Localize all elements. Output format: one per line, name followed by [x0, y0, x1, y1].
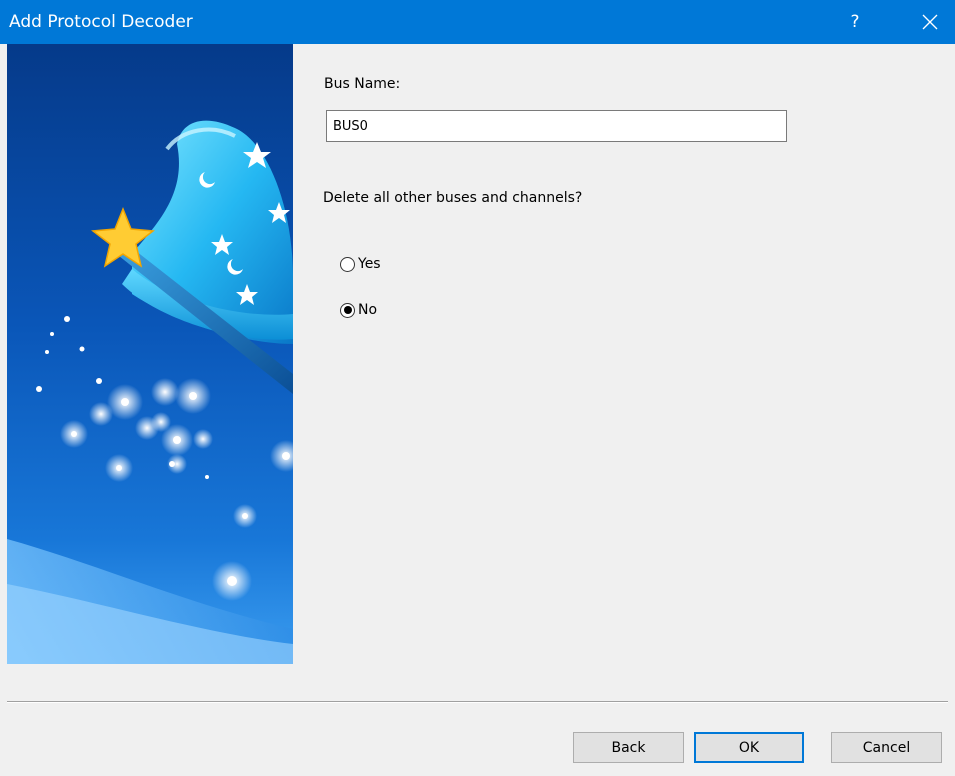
- wizard-illustration: [7, 44, 293, 664]
- cancel-button[interactable]: Cancel: [831, 732, 942, 763]
- wizard-hat-magic-wand-icon: [7, 44, 293, 664]
- delete-question-label: Delete all other buses and channels?: [323, 190, 583, 206]
- radio-yes-label: Yes: [358, 256, 381, 272]
- add-protocol-decoder-dialog: Add Protocol Decoder ? Bus Name: BUS0 De…: [0, 0, 955, 776]
- radio-no[interactable]: No: [340, 300, 377, 320]
- close-button[interactable]: [904, 0, 955, 44]
- separator: [7, 701, 948, 703]
- window-title: Add Protocol Decoder: [9, 12, 193, 32]
- close-icon: [922, 14, 937, 30]
- bus-name-input[interactable]: [326, 110, 787, 142]
- help-button[interactable]: ?: [830, 0, 880, 44]
- radio-no-label: No: [358, 302, 378, 318]
- title-bar[interactable]: Add Protocol Decoder ?: [0, 0, 955, 44]
- radio-yes-circle[interactable]: [340, 256, 355, 272]
- help-icon: ?: [850, 12, 860, 32]
- bus-name-label: Bus Name:: [324, 76, 401, 92]
- radio-no-selected-dot: [343, 306, 352, 314]
- ok-button[interactable]: OK: [694, 732, 804, 763]
- radio-no-circle[interactable]: [340, 302, 355, 318]
- back-button[interactable]: Back: [573, 732, 684, 763]
- radio-yes[interactable]: Yes: [340, 254, 381, 274]
